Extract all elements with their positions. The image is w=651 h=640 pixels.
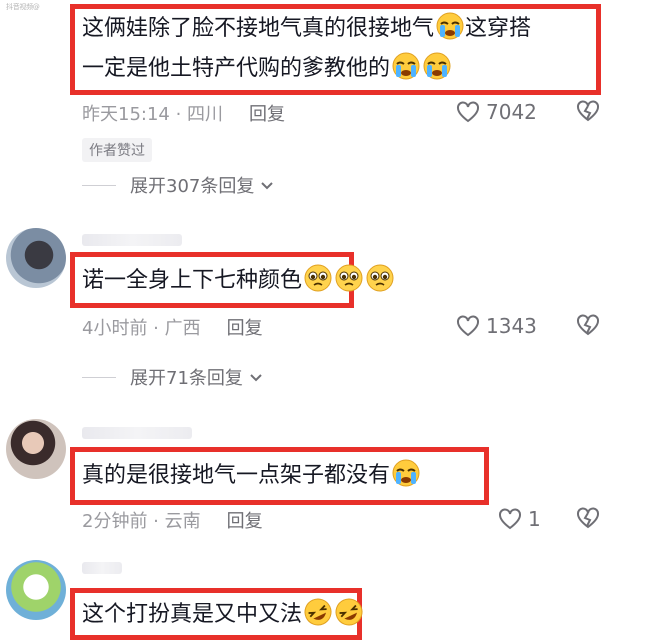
comment-text-line: 诺一全身上下七种颜色: [82, 262, 395, 300]
comment-text: 诺一全身上下七种颜色: [82, 268, 303, 293]
comment-time-location: 4小时前 · 广西: [82, 318, 201, 339]
expand-replies-button[interactable]: 展开307条回复: [82, 172, 276, 198]
like-count: 7042: [486, 100, 537, 124]
chevron-down-icon: [261, 182, 274, 190]
like-button[interactable]: 1: [498, 507, 541, 531]
heart-icon: [457, 315, 479, 337]
pleading-face-icon: [335, 264, 363, 292]
crying-face-icon: [423, 52, 451, 80]
comment-item: 诺一全身上下七种颜色 4小时前 · 广西 回复 1343 展开71条回复: [0, 200, 651, 395]
like-button[interactable]: 7042: [456, 100, 537, 124]
rolling-laughing-face-icon: [335, 598, 363, 626]
reply-button[interactable]: 回复: [227, 318, 263, 339]
comment-time-location: 昨天15:14 · 四川: [82, 104, 224, 125]
like-button[interactable]: 1343: [456, 314, 537, 338]
heart-icon: [457, 101, 479, 123]
comment-text: 这穿搭: [465, 16, 532, 41]
reply-button[interactable]: 回复: [227, 511, 263, 532]
crying-face-icon: [436, 12, 464, 40]
divider-line: [82, 184, 116, 186]
username-blurred[interactable]: [82, 427, 192, 439]
expand-replies-label: 展开307条回复: [130, 176, 255, 197]
username-blurred[interactable]: [82, 234, 182, 246]
dislike-icon[interactable]: [576, 100, 600, 122]
comment-text-line: 真的是很接地气一点架子都没有: [82, 457, 421, 495]
divider-line: [82, 376, 116, 378]
comment-item: 这俩娃除了脸不接地气真的很接地气 这穿搭 一定是他土特产代购的爹教他的 昨天15:…: [0, 0, 651, 200]
comment-text-line: 一定是他土特产代购的爹教他的: [82, 50, 452, 88]
avatar[interactable]: [6, 419, 66, 479]
chevron-down-icon: [250, 374, 262, 382]
avatar[interactable]: [6, 228, 66, 288]
crying-face-icon: [392, 52, 420, 80]
comment-item: 这个打扮真是又中又法: [0, 550, 651, 640]
comment-text: 这个打扮真是又中又法: [82, 602, 303, 627]
heart-icon: [499, 508, 521, 530]
comment-meta: 昨天15:14 · 四川 回复: [82, 100, 285, 126]
expand-replies-label: 展开71条回复: [130, 368, 243, 389]
comment-meta: 4小时前 · 广西 回复: [82, 314, 263, 340]
rolling-laughing-face-icon: [304, 598, 332, 626]
like-count: 1: [528, 507, 541, 531]
username-blurred[interactable]: [82, 562, 122, 574]
comment-text-line: 这俩娃除了脸不接地气真的很接地气 这穿搭: [82, 10, 531, 48]
comment-item: 真的是很接地气一点架子都没有 2分钟前 · 云南 回复 1: [0, 405, 651, 545]
pleading-face-icon: [304, 264, 332, 292]
dislike-icon[interactable]: [576, 314, 600, 336]
comment-text: 这俩娃除了脸不接地气真的很接地气: [82, 16, 435, 41]
avatar[interactable]: [6, 560, 66, 620]
like-count: 1343: [486, 314, 537, 338]
expand-replies-button[interactable]: 展开71条回复: [82, 364, 265, 390]
comment-text: 真的是很接地气一点架子都没有: [82, 463, 391, 488]
comment-meta: 2分钟前 · 云南 回复: [82, 507, 263, 533]
reply-button[interactable]: 回复: [249, 104, 285, 125]
crying-face-icon: [392, 459, 420, 487]
dislike-icon[interactable]: [576, 507, 600, 529]
comment-text: 一定是他土特产代购的爹教他的: [82, 56, 391, 81]
comment-text-line: 这个打扮真是又中又法: [82, 596, 364, 634]
author-liked-tag: 作者赞过: [82, 138, 152, 162]
pleading-face-icon: [366, 264, 394, 292]
comment-time-location: 2分钟前 · 云南: [82, 511, 201, 532]
